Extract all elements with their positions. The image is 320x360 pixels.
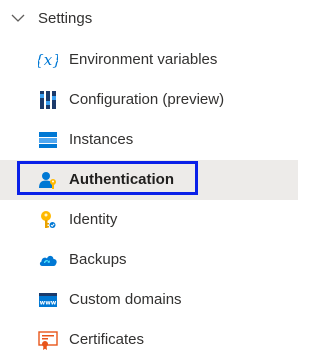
instances-icon <box>38 130 58 150</box>
settings-navigation-panel: Settings {x} Environment variables Confi… <box>0 0 298 360</box>
configuration-icon <box>38 90 58 110</box>
nav-item-label: Certificates <box>69 331 145 348</box>
settings-group-header[interactable]: Settings <box>0 0 298 38</box>
nav-item-label: Backups <box>69 251 127 268</box>
nav-item-configuration[interactable]: Configuration (preview) <box>0 80 298 120</box>
backup-cloud-icon <box>38 250 58 270</box>
certificate-icon <box>38 330 58 350</box>
nav-item-label: Instances <box>69 131 134 148</box>
nav-item-certificates[interactable]: Certificates <box>0 320 298 360</box>
nav-item-label: Authentication <box>69 171 174 188</box>
nav-item-identity[interactable]: Identity <box>0 200 298 240</box>
custom-domains-icon: www <box>38 290 58 310</box>
nav-item-label: Environment variables <box>69 51 218 68</box>
nav-item-label: Configuration (preview) <box>69 91 225 108</box>
identity-key-icon <box>38 210 58 230</box>
nav-item-label: Custom domains <box>69 291 182 308</box>
nav-item-environment-variables[interactable]: {x} Environment variables <box>0 40 298 80</box>
nav-item-label: Identity <box>69 211 118 228</box>
svg-text:www: www <box>40 300 57 307</box>
authentication-icon <box>38 170 58 190</box>
nav-item-instances[interactable]: Instances <box>0 120 298 160</box>
variable-icon: {x} <box>38 50 58 70</box>
chevron-down-icon <box>10 10 26 26</box>
settings-group-label: Settings <box>38 10 93 27</box>
svg-text:{x}: {x} <box>38 51 58 69</box>
nav-item-custom-domains[interactable]: www Custom domains <box>0 280 298 320</box>
nav-item-authentication[interactable]: Authentication <box>0 160 298 200</box>
nav-item-backups[interactable]: Backups <box>0 240 298 280</box>
